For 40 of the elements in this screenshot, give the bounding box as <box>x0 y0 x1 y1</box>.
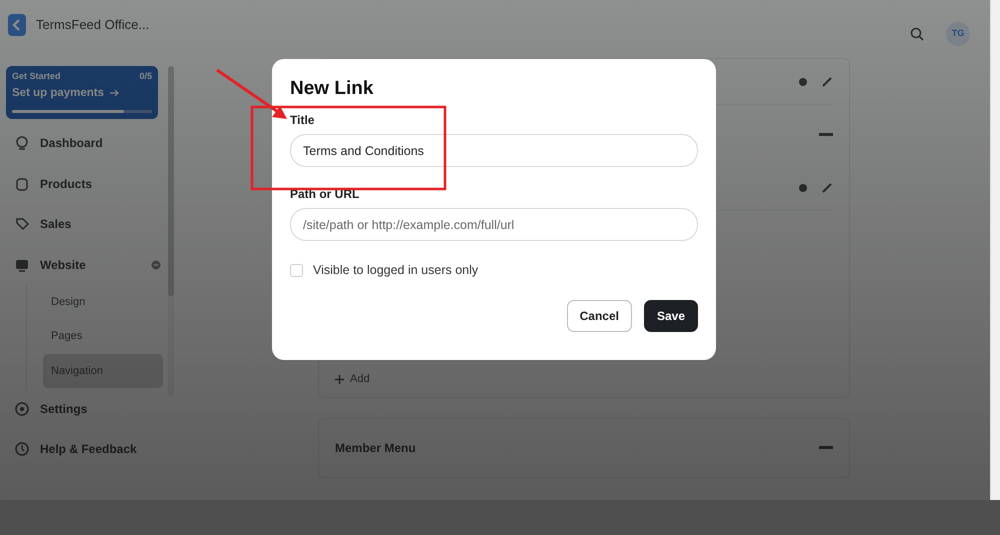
scrollbar[interactable] <box>990 0 1000 500</box>
arrow-right-icon <box>110 89 120 98</box>
dialog-title: New Link <box>290 77 374 101</box>
menu-title: Member Menu <box>335 440 416 457</box>
plus-icon <box>335 374 344 384</box>
logo-icon <box>8 14 26 36</box>
search-icon[interactable] <box>910 27 924 41</box>
pencil-icon[interactable] <box>821 76 833 88</box>
onboarding-label: Get Started <box>12 70 61 83</box>
sidebar-item[interactable]: Help & Feedback <box>6 428 162 470</box>
settings-icon <box>14 400 30 416</box>
sidebar-item[interactable]: Products <box>6 163 162 204</box>
user-avatar[interactable]: TG <box>946 22 970 46</box>
pencil-icon[interactable] <box>821 182 833 194</box>
annotation-arrow <box>216 68 287 119</box>
checkbox-label: Visible to logged in users only <box>313 262 478 279</box>
onboarding-task: Set up payments <box>12 86 104 100</box>
input-field[interactable]: /site/path or http://example.com/full/url <box>290 208 698 241</box>
field-label: Title <box>290 113 316 127</box>
sidebar-subitem[interactable]: Design <box>43 284 163 320</box>
onboarding-count: 0/5 <box>139 70 152 83</box>
cancel-button[interactable]: Cancel <box>566 300 632 332</box>
sidebar-item[interactable]: Sales <box>6 204 162 244</box>
clock-icon <box>14 441 30 457</box>
add-button[interactable]: Add <box>335 361 833 397</box>
app-title: TermsFeed Office... <box>36 16 150 34</box>
checkbox[interactable] <box>290 264 303 277</box>
sidebar-subitem[interactable]: Pages <box>43 319 163 354</box>
dashboard-icon <box>14 135 30 151</box>
sidebar-item[interactable]: Website <box>6 244 162 285</box>
onboarding-card[interactable]: Get Started 0/5 Set up payments <box>6 66 158 119</box>
box-icon <box>14 176 30 192</box>
save-button[interactable]: Save <box>644 300 698 332</box>
sidebar-item[interactable]: Settings <box>6 388 162 429</box>
sidebar-item[interactable]: Dashboard <box>6 122 162 164</box>
toggle-icon[interactable] <box>150 258 162 270</box>
tag-icon <box>14 216 30 232</box>
scrollbar[interactable] <box>168 66 174 396</box>
field-label: Path or URL <box>290 187 360 201</box>
input-field[interactable]: Terms and Conditions <box>290 134 698 167</box>
